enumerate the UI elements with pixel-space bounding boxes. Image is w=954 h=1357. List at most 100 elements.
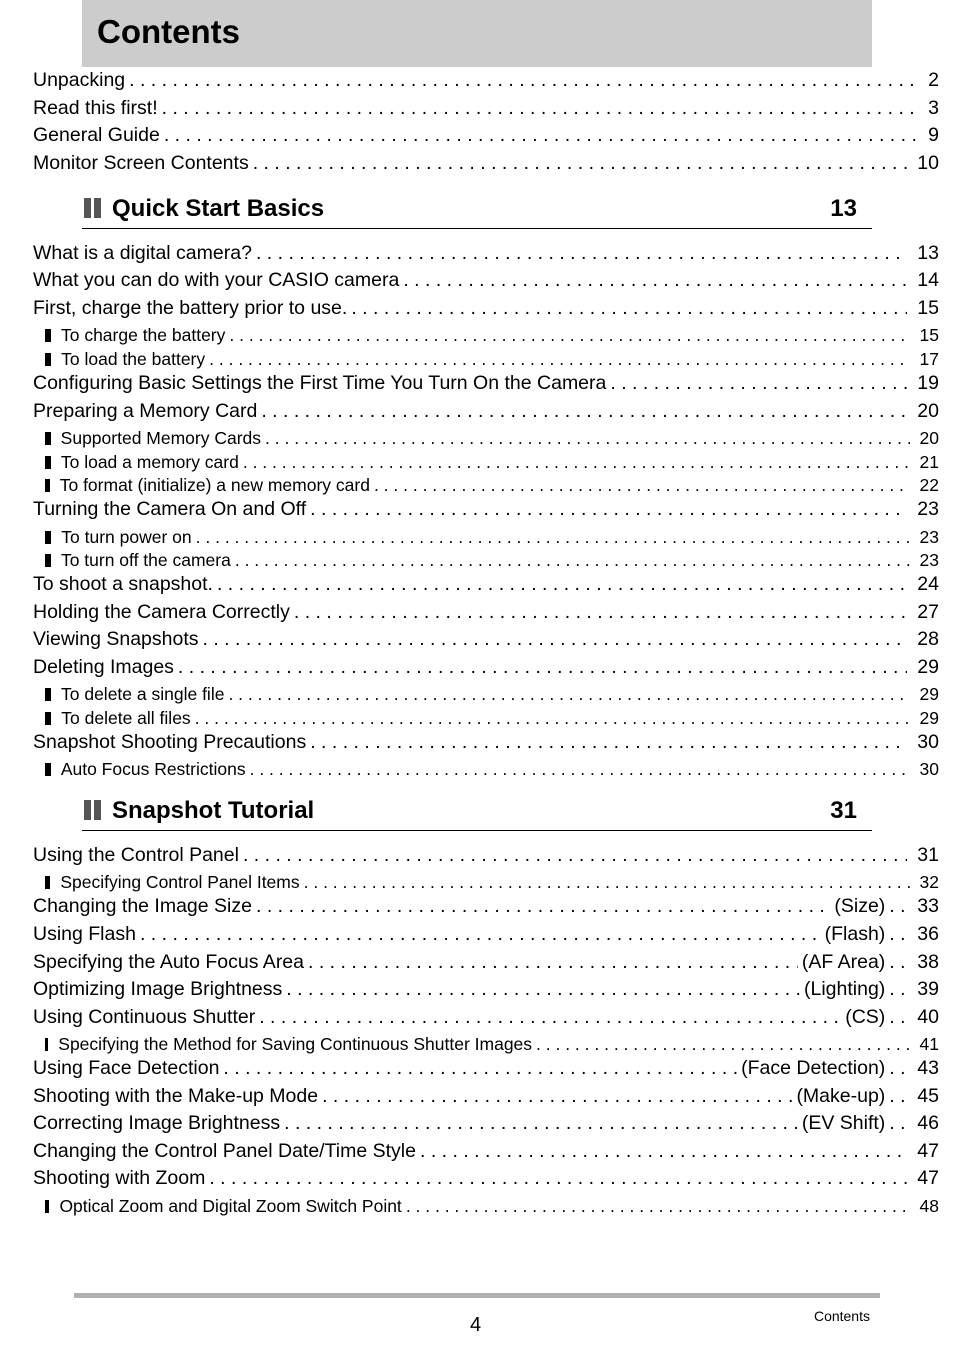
toc-entry[interactable]: Read this first! 3 bbox=[33, 97, 939, 120]
toc-entry[interactable]: Using Continuous Shutter (CS) 40 bbox=[33, 1006, 939, 1029]
toc-entry[interactable]: Turning the Camera On and Off 23 bbox=[33, 498, 939, 521]
dot-leader bbox=[889, 1057, 907, 1080]
dot-leader bbox=[228, 684, 909, 705]
entry-title: Read this first! bbox=[33, 97, 158, 119]
square-bullet-icon bbox=[45, 712, 52, 725]
dot-leader bbox=[351, 297, 907, 320]
section-heading[interactable]: Snapshot Tutorial 31 bbox=[82, 792, 872, 831]
square-bullet-icon bbox=[45, 763, 51, 776]
dot-leader bbox=[374, 475, 910, 496]
square-bullet-icon bbox=[45, 329, 51, 342]
toc-entry[interactable]: Changing the Image Size (Size) 33 bbox=[33, 895, 939, 918]
entry-page: 29 bbox=[919, 684, 939, 704]
dot-leader bbox=[129, 69, 918, 92]
toc-entry[interactable]: Snapshot Shooting Precautions 30 bbox=[33, 731, 939, 754]
square-bullet-icon bbox=[45, 456, 51, 469]
toc-entry[interactable]: Holding the Camera Correctly 27 bbox=[33, 601, 939, 624]
entry-title: Specifying the Auto Focus Area bbox=[33, 951, 305, 973]
entry-page: 32 bbox=[919, 872, 939, 892]
toc-entry[interactable]: Preparing a Memory Card 20 bbox=[33, 400, 939, 423]
entry-page: 22 bbox=[919, 475, 939, 495]
toc-entry[interactable]: Using Face Detection (Face Detection) 43 bbox=[33, 1057, 939, 1080]
entry-page: 47 bbox=[917, 1140, 939, 1162]
toc-entry[interactable]: First, charge the battery prior to use. 1… bbox=[33, 297, 939, 320]
entry-page: 29 bbox=[919, 708, 939, 728]
toc-entry[interactable]: Using Flash (Flash) 36 bbox=[33, 923, 939, 946]
section-page: 31 bbox=[830, 797, 857, 824]
entry-title: Turning the Camera On and Off bbox=[33, 498, 307, 520]
toc-entry[interactable]: Using the Control Panel 31 bbox=[33, 844, 939, 867]
toc-subentry[interactable]: To charge the battery 15 bbox=[45, 325, 939, 346]
toc-entry[interactable]: Unpacking 2 bbox=[33, 69, 939, 92]
dot-leader bbox=[310, 731, 907, 754]
toc-entry[interactable]: Shooting with Zoom 47 bbox=[33, 1167, 939, 1190]
entry-title: Preparing a Memory Card bbox=[33, 400, 258, 422]
footer-divider bbox=[74, 1293, 880, 1298]
entry-page: 48 bbox=[919, 1196, 939, 1216]
toc-subentry[interactable]: Auto Focus Restrictions 30 bbox=[45, 759, 939, 780]
toc-subentry[interactable]: To load the battery 17 bbox=[45, 349, 939, 370]
dot-leader bbox=[322, 1085, 792, 1108]
entry-page: 20 bbox=[919, 428, 939, 448]
dot-leader bbox=[164, 124, 918, 147]
dot-leader bbox=[259, 1006, 841, 1029]
toc-entry[interactable]: Monitor Screen Contents 10 bbox=[33, 152, 939, 175]
entry-page: 27 bbox=[917, 601, 939, 623]
square-bullet-icon bbox=[45, 479, 50, 492]
entry-page: 28 bbox=[917, 628, 939, 650]
toc-entry[interactable]: Configuring Basic Settings the First Tim… bbox=[33, 372, 939, 395]
toc-subentry[interactable]: Specifying Control Panel Items 32 bbox=[45, 872, 939, 893]
toc-entry[interactable]: General Guide 9 bbox=[33, 124, 939, 147]
entry-key: (Face Detection) bbox=[741, 1057, 886, 1079]
toc-subentry[interactable]: Specifying the Method for Saving Continu… bbox=[45, 1034, 939, 1055]
toc-subentry[interactable]: To turn off the camera 23 bbox=[45, 550, 939, 571]
toc-entry[interactable]: To shoot a snapshot. 24 bbox=[33, 573, 939, 596]
toc-subentry[interactable]: Supported Memory Cards 20 bbox=[45, 428, 939, 449]
square-bullet-icon bbox=[45, 1038, 49, 1051]
entry-title: To load a memory card bbox=[60, 452, 239, 472]
toc-entry[interactable]: Viewing Snapshots 28 bbox=[33, 628, 939, 651]
dot-leader bbox=[243, 844, 907, 867]
entry-key: (Lighting) bbox=[804, 978, 886, 1000]
toc-subentry[interactable]: To delete all files 29 bbox=[45, 708, 939, 729]
toc-subentry[interactable]: Optical Zoom and Digital Zoom Switch Poi… bbox=[45, 1196, 939, 1217]
toc-entry[interactable]: Specifying the Auto Focus Area (AF Area) 3… bbox=[33, 951, 939, 974]
entry-title: Optimizing Image Brightness bbox=[33, 978, 283, 1000]
entry-title: To load the battery bbox=[61, 349, 206, 369]
toc-entry[interactable]: Correcting Image Brightness (EV Shift) 46 bbox=[33, 1112, 939, 1135]
toc-subentry[interactable]: To load a memory card 21 bbox=[45, 452, 939, 473]
entry-key: (Size) bbox=[834, 895, 886, 917]
entry-page: 13 bbox=[917, 242, 939, 264]
entry-page: 40 bbox=[917, 1006, 939, 1028]
dot-leader bbox=[406, 1196, 910, 1217]
toc-entry[interactable]: Changing the Control Panel Date/Time Sty… bbox=[33, 1140, 939, 1163]
dot-leader bbox=[889, 895, 907, 918]
entry-title: To delete all files bbox=[61, 708, 191, 728]
toc-entry[interactable]: Deleting Images 29 bbox=[33, 656, 939, 679]
toc-subentry[interactable]: To turn power on 23 bbox=[45, 527, 939, 548]
entry-key: (Flash) bbox=[824, 923, 886, 945]
entry-title: Viewing Snapshots bbox=[33, 628, 199, 650]
toc-subentry[interactable]: To format (initialize) a new memory card… bbox=[45, 475, 939, 496]
section-heading[interactable]: Quick Start Basics 13 bbox=[82, 190, 872, 229]
entry-title: Optical Zoom and Digital Zoom Switch Poi… bbox=[59, 1196, 402, 1216]
entry-title: Snapshot Shooting Precautions bbox=[33, 731, 307, 753]
toc-entry[interactable]: Optimizing Image Brightness (Lighting) 39 bbox=[33, 978, 939, 1001]
toc-entry[interactable]: Shooting with the Make-up Mode (Make-up) 4… bbox=[33, 1085, 939, 1108]
entry-page: 3 bbox=[928, 97, 939, 119]
toc-subentry[interactable]: To delete a single file 29 bbox=[45, 684, 939, 705]
entry-title: Using Flash bbox=[33, 923, 136, 945]
contents-header: Contents bbox=[82, 0, 872, 67]
entry-title: To charge the battery bbox=[60, 325, 226, 345]
entry-title: To delete a single file bbox=[61, 684, 225, 704]
toc-entry[interactable]: What you can do with your CASIO camera 14 bbox=[33, 269, 939, 292]
section-title: Quick Start Basics bbox=[112, 195, 325, 222]
entry-page: 47 bbox=[917, 1167, 939, 1189]
entry-page: 9 bbox=[928, 124, 939, 146]
entry-page: 38 bbox=[917, 951, 939, 973]
entry-page: 21 bbox=[919, 452, 939, 472]
entry-title: Shooting with the Make-up Mode bbox=[33, 1085, 319, 1107]
toc-entry[interactable]: What is a digital camera? 13 bbox=[33, 242, 939, 265]
page-number: 4 bbox=[470, 1314, 482, 1336]
entry-page: 20 bbox=[917, 400, 939, 422]
